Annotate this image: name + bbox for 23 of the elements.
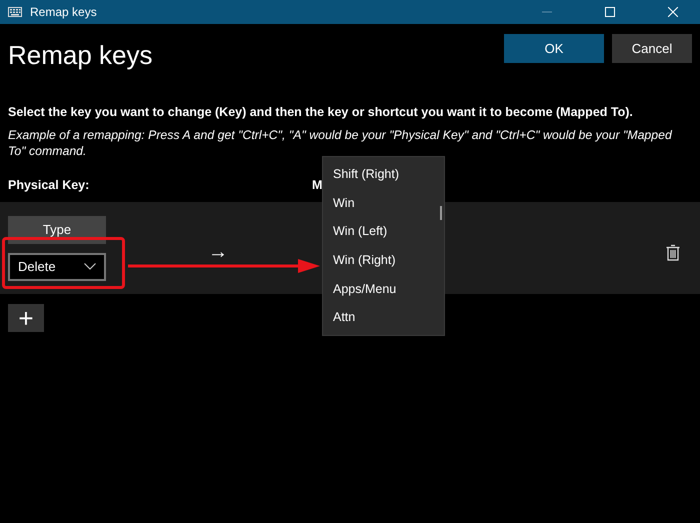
scrollbar-thumb[interactable] (440, 206, 442, 220)
add-button[interactable]: + (8, 304, 44, 332)
menu-item[interactable]: Win (Left) (323, 219, 444, 248)
menu-item[interactable]: Attn (323, 305, 444, 334)
instruction-text: Select the key you want to change (Key) and then the key or shortcut you want it to become (Mapped To). (8, 105, 634, 119)
example-text: Example of a remapping: Press A and get "Ctrl+C", "A" would be your "Physical Key" and "Ctrl+C" would be your "Mapped To" command. (8, 127, 674, 159)
column-header: M (312, 178, 322, 192)
window-title: Remap keys (30, 5, 97, 19)
menu-item[interactable]: Win (323, 190, 444, 220)
cancel-button[interactable]: Cancel (612, 34, 692, 63)
arrow-glyph: → (208, 240, 228, 264)
menu-item[interactable]: Apps/Menu (323, 276, 444, 306)
keyboard-icon (8, 7, 22, 17)
column-header: Physical Key: (8, 178, 90, 192)
chevron-down-icon (84, 263, 96, 270)
key-dropdown[interactable]: Delete (8, 252, 106, 280)
delete-icon[interactable] (666, 244, 680, 260)
page-heading: Remap keys (8, 40, 152, 71)
maximize-icon[interactable] (605, 7, 615, 17)
ok-button[interactable]: OK (504, 34, 604, 63)
menu-item[interactable]: Win (Right) (323, 248, 444, 277)
menu-item[interactable]: Shift (Right) (323, 162, 444, 191)
close-icon[interactable] (668, 7, 678, 17)
